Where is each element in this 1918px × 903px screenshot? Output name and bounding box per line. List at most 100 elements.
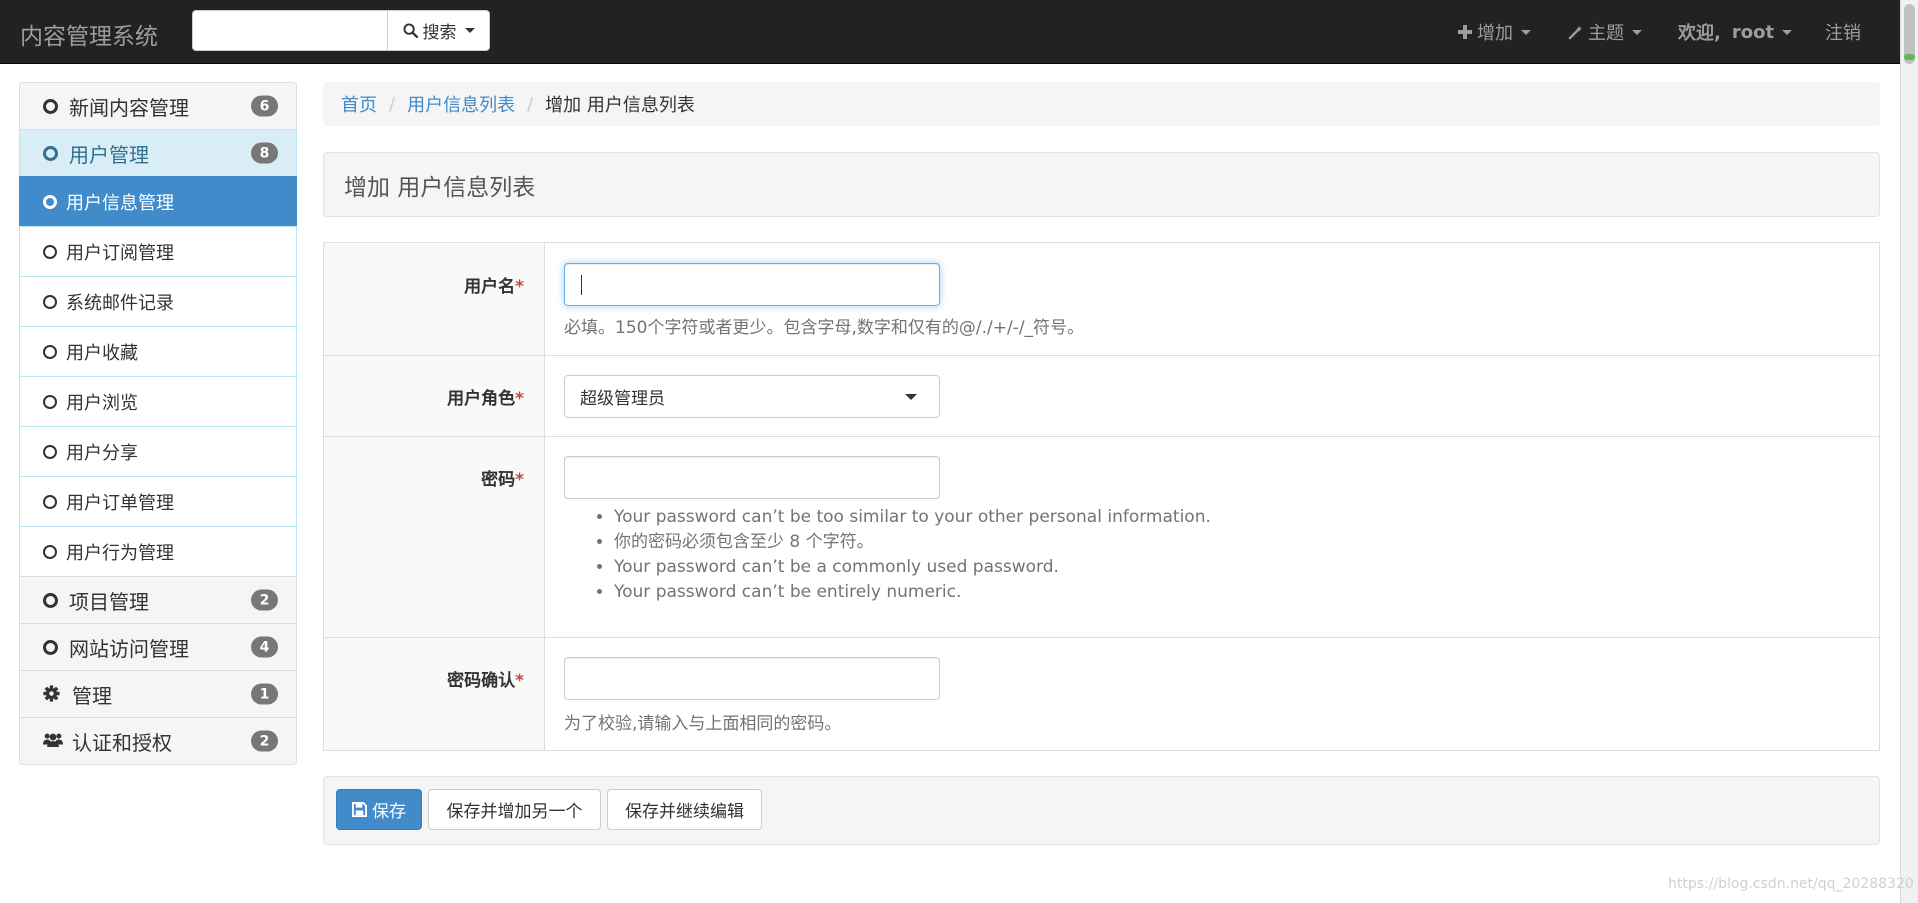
page-scrollbar[interactable] — [1900, 0, 1918, 903]
sidebar-group-admin[interactable]: 管理 1 — [19, 670, 297, 718]
sidebar-group-projects[interactable]: 项目管理 2 — [19, 576, 297, 624]
watermark: https://blog.csdn.net/qq_20288320 — [1668, 876, 1914, 892]
sidebar-item-user-favorites[interactable]: 用户收藏 — [19, 326, 297, 377]
sidebar-group-label: 项目管理 — [69, 589, 149, 614]
breadcrumb-separator: / — [389, 93, 396, 115]
sidebar-group-label: 新闻内容管理 — [69, 95, 189, 120]
plus-icon — [1458, 25, 1472, 39]
circle-icon — [43, 394, 57, 409]
sidebar-group-site-visits[interactable]: 网站访问管理 4 — [19, 623, 297, 671]
label-column: 密码* — [324, 437, 545, 637]
logout-link[interactable]: 注销 — [1825, 0, 1861, 64]
count-badge: 1 — [251, 683, 278, 705]
breadcrumb-separator: / — [527, 93, 534, 115]
save-add-another-button[interactable]: 保存并增加另一个 — [428, 789, 601, 830]
circle-icon — [43, 444, 57, 459]
password-help-item: Your password can’t be too similar to yo… — [614, 505, 1211, 530]
save-continue-label: 保存并继续编辑 — [625, 802, 744, 822]
scrollbar-thumb[interactable] — [1904, 4, 1915, 64]
username-input[interactable] — [564, 263, 940, 306]
sidebar-item-user-browsing[interactable]: 用户浏览 — [19, 376, 297, 427]
sidebar-item-label: 用户信息管理 — [66, 192, 174, 214]
brand-title[interactable]: 内容管理系统 — [20, 17, 158, 51]
sidebar-group-label: 管理 — [72, 683, 112, 708]
gear-icon — [43, 684, 63, 704]
password-confirm-input[interactable] — [564, 657, 940, 700]
search-input[interactable] — [192, 10, 388, 51]
save-add-another-label: 保存并增加另一个 — [446, 802, 583, 822]
chevron-down-icon — [1521, 29, 1531, 35]
breadcrumb-list-link[interactable]: 用户信息列表 — [407, 91, 515, 117]
user-add-form: 用户名* 必填。150个字符或者更少。包含字母,数字和仅有的@/./+/-/_符… — [323, 242, 1880, 751]
save-continue-button[interactable]: 保存并继续编辑 — [607, 789, 762, 830]
sidebar-item-system-mail[interactable]: 系统邮件记录 — [19, 276, 297, 327]
label-column: 用户角色* — [324, 356, 545, 436]
sidebar-group-label: 认证和授权 — [72, 730, 172, 755]
sidebar-item-user-behavior[interactable]: 用户行为管理 — [19, 526, 297, 577]
count-badge: 6 — [251, 95, 278, 117]
sidebar-item-label: 用户行为管理 — [66, 542, 174, 564]
sidebar-item-label: 用户浏览 — [66, 392, 138, 414]
sidebar-group-label: 用户管理 — [69, 142, 149, 167]
search-button-label: 搜索 — [422, 23, 457, 43]
count-badge: 8 — [251, 142, 278, 164]
theme-menu[interactable]: 主题 — [1568, 0, 1642, 64]
submit-row: 保存 保存并增加另一个 保存并继续编辑 — [323, 776, 1880, 845]
circle-icon — [43, 244, 57, 259]
circle-icon — [43, 294, 57, 309]
count-badge: 4 — [251, 636, 278, 658]
required-mark: * — [515, 671, 524, 691]
logout-label: 注销 — [1825, 23, 1861, 44]
sidebar-group-news[interactable]: 新闻内容管理 6 — [19, 82, 297, 130]
sidebar: 新闻内容管理 6 用户管理 8 用户信息管理 用户订阅管理 系统邮件记录 用户收… — [19, 82, 297, 765]
search-button[interactable]: 搜索 — [387, 10, 490, 51]
add-menu[interactable]: 增加 — [1458, 0, 1531, 64]
top-navbar: 内容管理系统 搜索 增加 主题 欢迎, root 注销 — [0, 0, 1900, 64]
chevron-down-icon — [905, 394, 917, 400]
sidebar-group-users[interactable]: 用户管理 8 — [19, 129, 297, 177]
breadcrumb: 首页 / 用户信息列表 / 增加 用户信息列表 — [323, 82, 1880, 126]
search-icon — [402, 23, 418, 38]
sidebar-item-user-shares[interactable]: 用户分享 — [19, 426, 297, 477]
required-mark: * — [515, 389, 524, 409]
sidebar-item-user-info[interactable]: 用户信息管理 — [19, 176, 297, 227]
sidebar-item-user-subscriptions[interactable]: 用户订阅管理 — [19, 226, 297, 277]
sidebar-item-label: 用户收藏 — [66, 342, 138, 364]
form-row-role: 用户角色* 超级管理员 — [324, 356, 1879, 437]
breadcrumb-current: 增加 用户信息列表 — [545, 95, 695, 116]
password-confirm-label: 密码确认* — [447, 671, 524, 691]
password-label: 密码* — [481, 470, 524, 490]
count-badge: 2 — [251, 589, 278, 611]
label-column: 用户名* — [324, 243, 545, 355]
username-label: root — [1731, 21, 1775, 43]
password-help-list: Your password can’t be too similar to yo… — [564, 505, 1211, 605]
circle-icon — [43, 194, 57, 209]
user-menu[interactable]: 欢迎, root — [1678, 0, 1793, 64]
sidebar-group-auth[interactable]: 认证和授权 2 — [19, 717, 297, 765]
circle-icon — [43, 639, 58, 655]
role-label: 用户角色* — [447, 389, 524, 409]
circle-icon — [43, 344, 57, 359]
form-row-password: 密码* Your password can’t be too similar t… — [324, 437, 1879, 638]
welcome-label: 欢迎, — [1678, 23, 1721, 44]
required-mark: * — [515, 277, 524, 297]
password-help-item: Your password can’t be entirely numeric. — [614, 580, 1211, 605]
theme-menu-label: 主题 — [1588, 23, 1624, 44]
role-select[interactable]: 超级管理员 — [564, 375, 940, 418]
sidebar-item-label: 用户分享 — [66, 442, 138, 464]
role-select-value: 超级管理员 — [580, 389, 665, 409]
password-help-item: 你的密码必须包含至少 8 个字符。 — [614, 530, 1211, 555]
count-badge: 2 — [251, 730, 278, 752]
username-help: 必填。150个字符或者更少。包含字母,数字和仅有的@/./+/-/_符号。 — [564, 318, 1085, 338]
users-icon — [43, 731, 63, 751]
chevron-down-icon — [464, 28, 475, 33]
form-row-username: 用户名* 必填。150个字符或者更少。包含字母,数字和仅有的@/./+/-/_符… — [324, 243, 1879, 356]
save-button[interactable]: 保存 — [336, 789, 422, 830]
label-column: 密码确认* — [324, 638, 545, 750]
form-row-password-confirm: 密码确认* 为了校验,请输入与上面相同的密码。 — [324, 638, 1879, 750]
breadcrumb-home-link[interactable]: 首页 — [341, 91, 377, 117]
sidebar-item-label: 用户订单管理 — [66, 492, 174, 514]
sidebar-item-user-orders[interactable]: 用户订单管理 — [19, 476, 297, 527]
circle-icon — [43, 544, 57, 559]
password-input[interactable] — [564, 456, 940, 499]
